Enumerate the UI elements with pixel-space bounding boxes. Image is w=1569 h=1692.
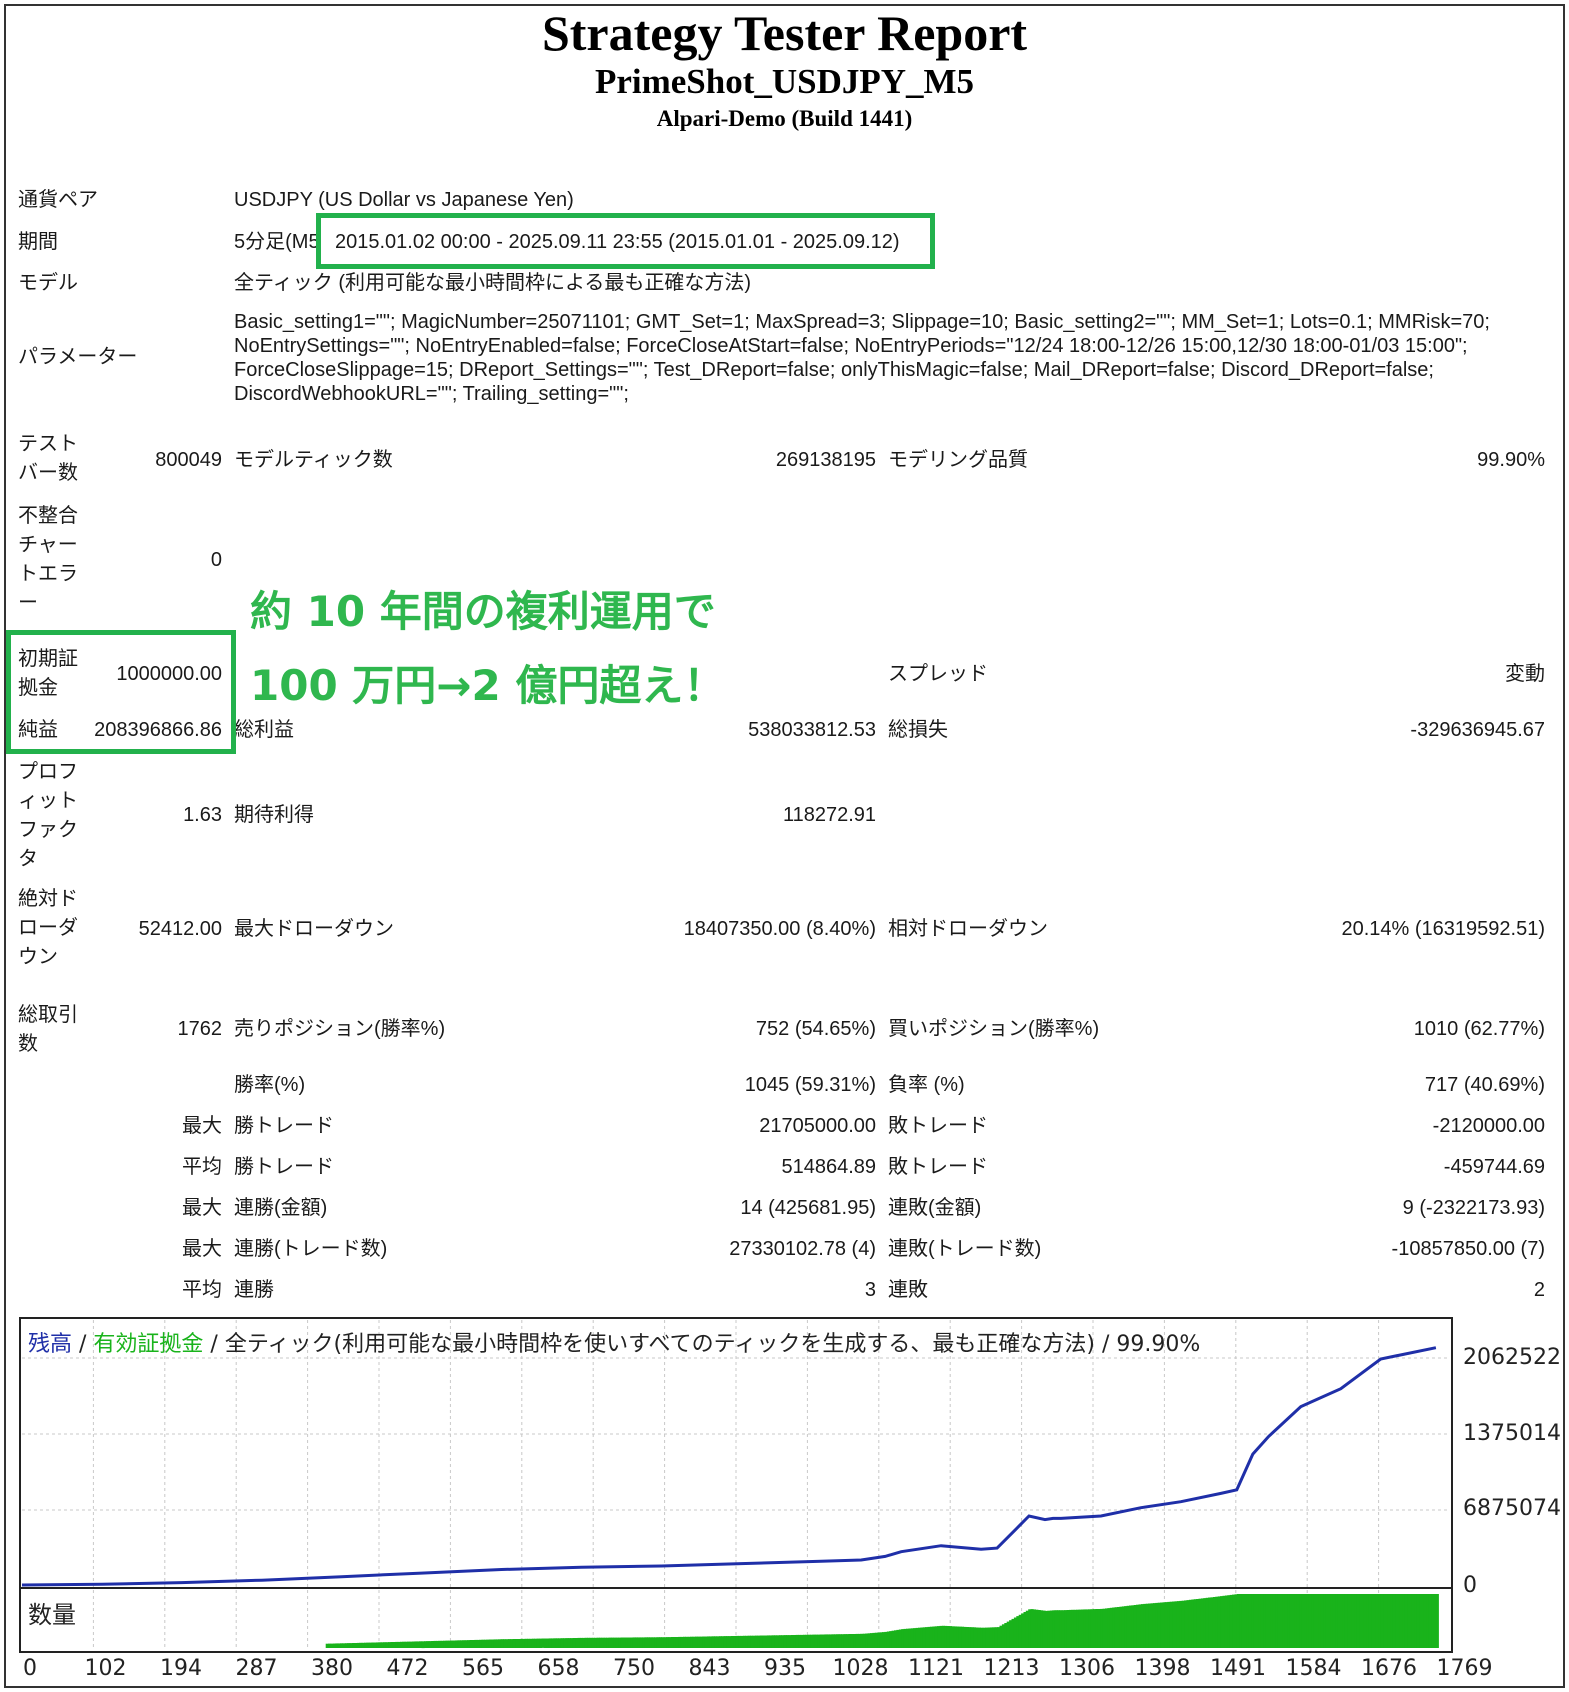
x-tick-label: 287 xyxy=(235,1656,278,1681)
x-tick-label: 0 xyxy=(23,1656,37,1681)
x-tick-label: 843 xyxy=(688,1656,731,1681)
x-tick-label: 1398 xyxy=(1134,1656,1191,1681)
x-tick-label: 102 xyxy=(84,1656,127,1681)
legend-sep: / xyxy=(72,1332,94,1357)
x-tick-label: 1306 xyxy=(1059,1656,1115,1681)
x-tick-label: 1676 xyxy=(1361,1656,1417,1681)
x-tick-label: 1121 xyxy=(908,1656,964,1681)
x-tick-label: 658 xyxy=(537,1656,580,1681)
x-tick-label: 1213 xyxy=(983,1656,1040,1681)
volume-label: 数量 xyxy=(28,1601,76,1629)
x-tick-label: 935 xyxy=(764,1656,806,1681)
x-tick-label: 1491 xyxy=(1210,1656,1266,1681)
balance-chart xyxy=(19,1317,1453,1653)
x-tick-label: 565 xyxy=(462,1656,504,1681)
x-tick-label: 1584 xyxy=(1285,1656,1342,1681)
x-tick-label: 194 xyxy=(160,1656,202,1681)
chart-legend: 残高 / 有効証拠金 / 全ティック(利用可能な最小時間枠を使いすべてのティック… xyxy=(28,1326,1200,1358)
y-tick-label: 2062522 xyxy=(1463,1345,1561,1370)
legend-balance: 残高 xyxy=(28,1332,73,1357)
legend-equity: 有効証拠金 xyxy=(93,1332,204,1357)
y-tick-label: 6875074 xyxy=(1463,1496,1561,1521)
y-tick-label: 1375014 xyxy=(1463,1421,1561,1446)
volume-bar xyxy=(1435,1594,1439,1648)
x-tick-label: 750 xyxy=(613,1656,655,1681)
legend-description: / 全ティック(利用可能な最小時間枠を使いすべてのティックを生成する、最も正確な… xyxy=(203,1332,1201,1357)
x-tick-label: 1028 xyxy=(832,1656,889,1681)
x-tick-label: 380 xyxy=(311,1656,353,1681)
y-tick-label: 0 xyxy=(1463,1573,1477,1598)
x-tick-label: 1769 xyxy=(1436,1656,1493,1681)
x-tick-label: 472 xyxy=(386,1656,429,1681)
